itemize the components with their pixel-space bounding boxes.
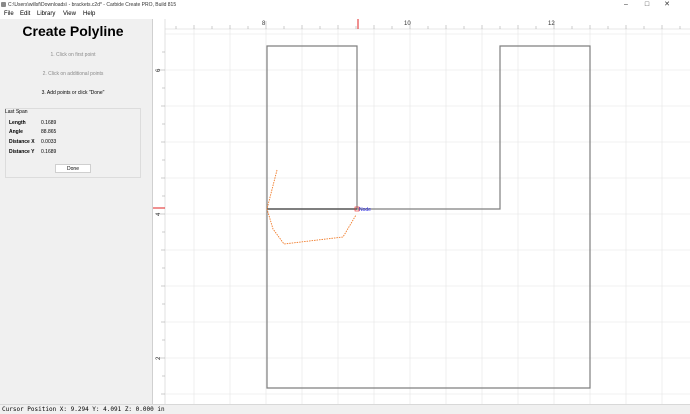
node-label: Node bbox=[359, 207, 371, 213]
distance-y-value: 0.1689 bbox=[41, 149, 57, 155]
cursor-position-readout: Cursor Position X: 9.294 Y: 4.091 Z: 0.0… bbox=[2, 406, 165, 413]
grid bbox=[153, 19, 690, 404]
tool-panel: Create Polyline 1. Click on first point … bbox=[0, 19, 153, 404]
menu-help[interactable]: Help bbox=[83, 10, 95, 19]
design-canvas[interactable]: 8 10 12 6 4 2 Node bbox=[153, 19, 690, 404]
status-bar: Cursor Position X: 9.294 Y: 4.091 Z: 0.0… bbox=[0, 404, 690, 414]
last-span-title: Last Span bbox=[5, 109, 28, 115]
menu-view[interactable]: View bbox=[63, 10, 76, 19]
x-ruler-label-12: 12 bbox=[548, 21, 555, 27]
menu-bar: File Edit Library View Help bbox=[0, 10, 690, 19]
menu-library[interactable]: Library bbox=[37, 10, 55, 19]
canvas-svg[interactable]: 8 10 12 6 4 2 Node bbox=[153, 19, 690, 404]
distance-y-label: Distance Y bbox=[9, 149, 35, 155]
step-3: 3. Add points or click "Done" bbox=[41, 90, 105, 96]
title-bar: C:\Users\willsf\Downloads\ - brackets.c2… bbox=[0, 0, 690, 10]
done-button[interactable]: Done bbox=[55, 164, 91, 173]
window-title: C:\Users\willsf\Downloads\ - brackets.c2… bbox=[8, 2, 177, 8]
step-1: 1. Click on first point bbox=[50, 52, 96, 58]
distance-x-value: 0.0033 bbox=[41, 139, 57, 145]
app-icon bbox=[1, 2, 6, 7]
length-value: 0.1689 bbox=[41, 120, 57, 126]
menu-edit[interactable]: Edit bbox=[20, 10, 30, 19]
top-ruler: 8 10 12 bbox=[153, 19, 690, 30]
angle-value: 88.865 bbox=[41, 129, 57, 135]
angle-label: Angle bbox=[9, 129, 23, 135]
length-label: Length bbox=[9, 120, 26, 126]
step-2: 2. Click on additional points bbox=[42, 71, 104, 77]
minimize-button[interactable]: – bbox=[620, 0, 632, 10]
left-ruler: 6 4 2 bbox=[153, 19, 166, 404]
maximize-button[interactable]: □ bbox=[641, 0, 653, 10]
distance-x-label: Distance X bbox=[9, 139, 35, 145]
panel-title: Create Polyline bbox=[22, 23, 124, 39]
menu-file[interactable]: File bbox=[4, 10, 14, 19]
bracket-shape[interactable] bbox=[266, 45, 591, 389]
close-button[interactable]: ✕ bbox=[661, 0, 673, 10]
x-ruler-label-10: 10 bbox=[404, 21, 411, 27]
polyline-preview bbox=[266, 169, 357, 245]
